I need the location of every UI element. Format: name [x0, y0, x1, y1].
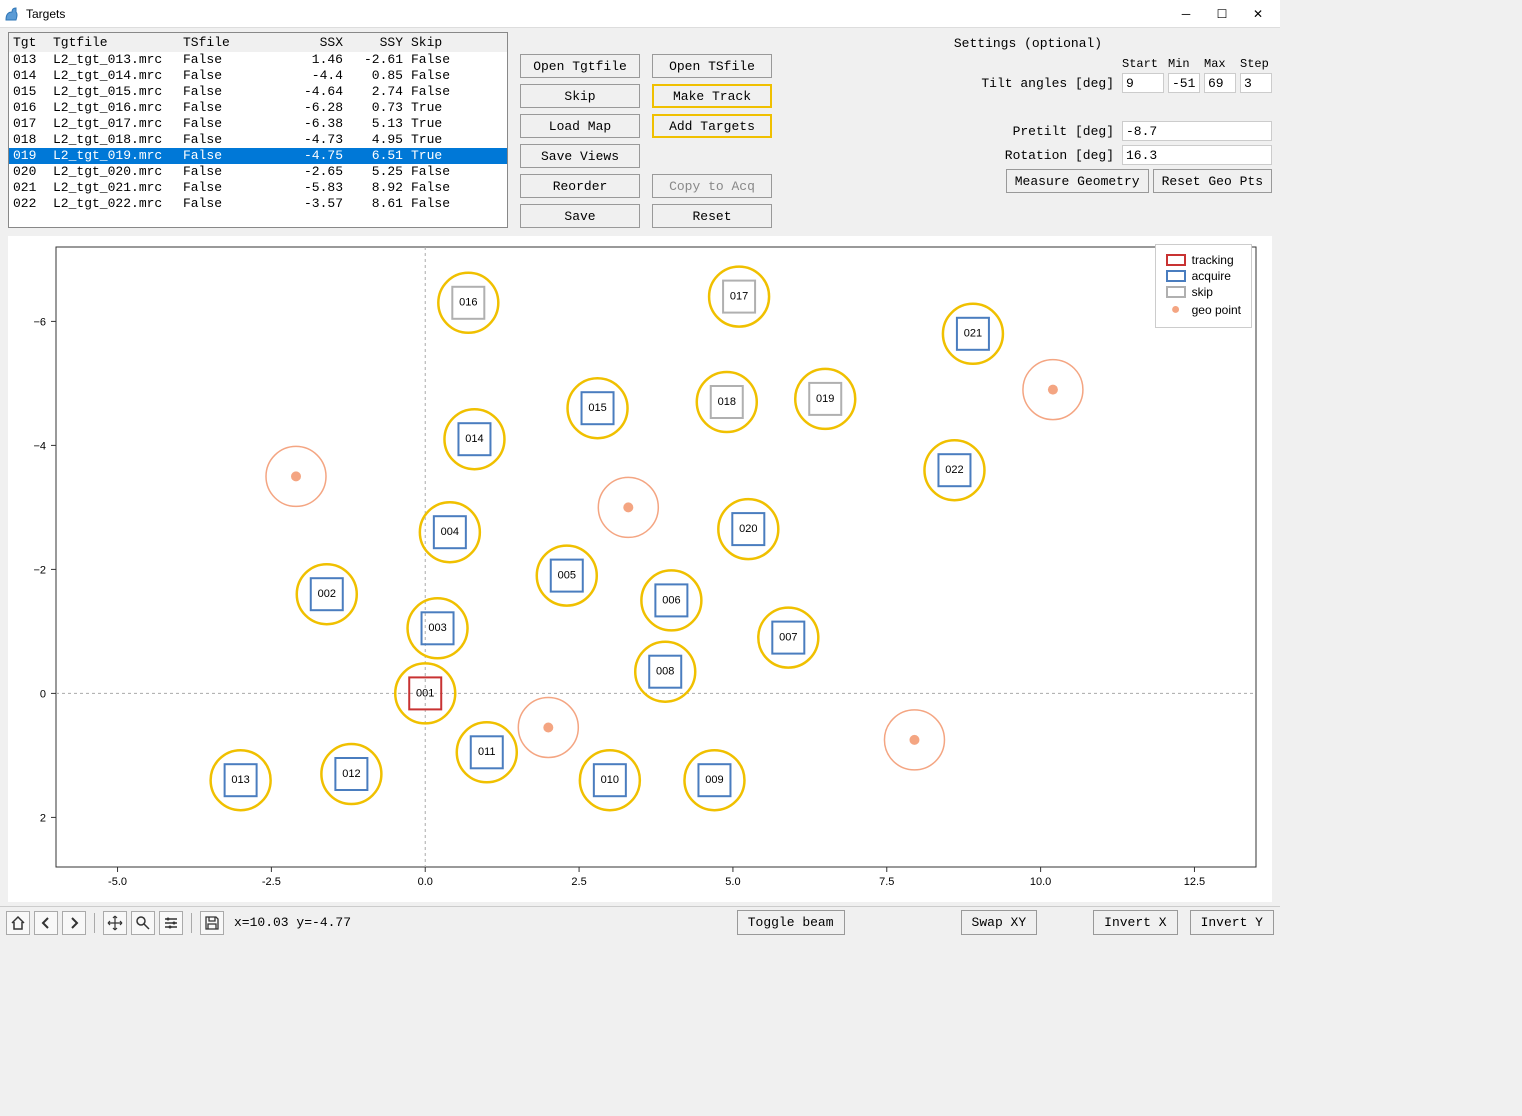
- settings-panel: Settings (optional) Start Min Max Step T…: [784, 32, 1272, 228]
- table-row[interactable]: 018L2_tgt_018.mrcFalse-4.734.95True: [9, 132, 507, 148]
- app-icon: [4, 6, 20, 22]
- maximize-button[interactable]: ☐: [1204, 2, 1240, 26]
- back-icon[interactable]: [34, 911, 58, 935]
- cursor-coordinates: x=10.03 y=-4.77: [234, 915, 351, 930]
- svg-text:006: 006: [662, 594, 680, 606]
- svg-text:014: 014: [465, 433, 483, 445]
- invert-y-button[interactable]: Invert Y: [1190, 910, 1274, 935]
- save-icon[interactable]: [200, 911, 224, 935]
- skip-button[interactable]: Skip: [520, 84, 640, 108]
- svg-text:10.0: 10.0: [1030, 876, 1051, 888]
- svg-text:002: 002: [318, 588, 336, 600]
- svg-text:020: 020: [739, 523, 757, 535]
- reset-button[interactable]: Reset: [652, 204, 772, 228]
- svg-text:019: 019: [816, 393, 834, 405]
- tilt-step-input[interactable]: [1240, 73, 1272, 93]
- toggle-beam-button[interactable]: Toggle beam: [737, 910, 845, 935]
- svg-text:004: 004: [441, 526, 459, 538]
- reset-geo-pts-button[interactable]: Reset Geo Pts: [1153, 169, 1272, 193]
- open-tsfile-button[interactable]: Open TSfile: [652, 54, 772, 78]
- svg-text:022: 022: [945, 464, 963, 476]
- svg-text:012: 012: [342, 768, 360, 780]
- svg-text:001: 001: [416, 687, 434, 699]
- svg-text:2: 2: [40, 812, 46, 824]
- table-row[interactable]: 013L2_tgt_013.mrcFalse1.46-2.61False: [9, 52, 507, 68]
- bottom-toolbar: x=10.03 y=-4.77 Toggle beam Swap XY Inve…: [0, 906, 1280, 938]
- table-row[interactable]: 021L2_tgt_021.mrcFalse-5.838.92False: [9, 180, 507, 196]
- svg-text:0: 0: [40, 688, 46, 700]
- plot-legend: tracking acquire skip ●geo point: [1155, 244, 1252, 328]
- swap-xy-button[interactable]: Swap XY: [961, 910, 1038, 935]
- save-views-button[interactable]: Save Views: [520, 144, 640, 168]
- table-row[interactable]: 020L2_tgt_020.mrcFalse-2.655.25False: [9, 164, 507, 180]
- svg-text:007: 007: [779, 632, 797, 644]
- load-map-button[interactable]: Load Map: [520, 114, 640, 138]
- table-row[interactable]: 022L2_tgt_022.mrcFalse-3.578.61False: [9, 196, 507, 212]
- table-row[interactable]: 019L2_tgt_019.mrcFalse-4.756.51True: [9, 148, 507, 164]
- table-row[interactable]: 016L2_tgt_016.mrcFalse-6.280.73True: [9, 100, 507, 116]
- table-header: Tgt Tgtfile TSfile SSX SSY Skip: [9, 33, 507, 52]
- table-row[interactable]: 014L2_tgt_014.mrcFalse-4.40.85False: [9, 68, 507, 84]
- svg-text:-5.0: -5.0: [108, 876, 127, 888]
- svg-text:5.0: 5.0: [725, 876, 740, 888]
- zoom-icon[interactable]: [131, 911, 155, 935]
- svg-text:009: 009: [705, 774, 723, 786]
- minimize-button[interactable]: ─: [1168, 2, 1204, 26]
- reorder-button[interactable]: Reorder: [520, 174, 640, 198]
- home-icon[interactable]: [6, 911, 30, 935]
- svg-text:12.5: 12.5: [1184, 876, 1205, 888]
- rotation-input[interactable]: [1122, 145, 1272, 165]
- svg-text:-2.5: -2.5: [262, 876, 281, 888]
- table-row[interactable]: 015L2_tgt_015.mrcFalse-4.642.74False: [9, 84, 507, 100]
- svg-text:7.5: 7.5: [879, 876, 894, 888]
- svg-text:008: 008: [656, 666, 674, 678]
- pretilt-input[interactable]: [1122, 121, 1272, 141]
- pan-icon[interactable]: [103, 911, 127, 935]
- tilt-angles-label: Tilt angles [deg]: [981, 76, 1114, 91]
- targets-table[interactable]: Tgt Tgtfile TSfile SSX SSY Skip 013L2_tg…: [8, 32, 508, 228]
- make-track-button[interactable]: Make Track: [652, 84, 772, 108]
- configure-icon[interactable]: [159, 911, 183, 935]
- svg-text:015: 015: [588, 402, 606, 414]
- tilt-start-input[interactable]: [1122, 73, 1164, 93]
- forward-icon[interactable]: [62, 911, 86, 935]
- table-row[interactable]: 017L2_tgt_017.mrcFalse-6.385.13True: [9, 116, 507, 132]
- tilt-max-input[interactable]: [1204, 73, 1236, 93]
- pretilt-label: Pretilt [deg]: [1013, 124, 1114, 139]
- svg-text:021: 021: [964, 328, 982, 340]
- copy-to-acq-button[interactable]: Copy to Acq: [652, 174, 772, 198]
- add-targets-button[interactable]: Add Targets: [652, 114, 772, 138]
- svg-text:−2: −2: [33, 564, 46, 576]
- svg-text:010: 010: [601, 774, 619, 786]
- svg-text:013: 013: [231, 774, 249, 786]
- svg-text:005: 005: [558, 570, 576, 582]
- open-tgtfile-button[interactable]: Open Tgtfile: [520, 54, 640, 78]
- svg-text:018: 018: [718, 396, 736, 408]
- svg-text:017: 017: [730, 291, 748, 303]
- save-button[interactable]: Save: [520, 204, 640, 228]
- close-button[interactable]: ✕: [1240, 2, 1276, 26]
- measure-geometry-button[interactable]: Measure Geometry: [1006, 169, 1149, 193]
- svg-text:−6: −6: [33, 316, 46, 328]
- titlebar: Targets ─ ☐ ✕: [0, 0, 1280, 28]
- action-buttons: Open Tgtfile Open TSfile Skip Make Track…: [520, 32, 772, 228]
- svg-text:016: 016: [459, 297, 477, 309]
- svg-text:003: 003: [428, 622, 446, 634]
- invert-x-button[interactable]: Invert X: [1093, 910, 1177, 935]
- plot-area[interactable]: -5.0-2.50.02.55.07.510.012.5−6−4−2020010…: [8, 236, 1272, 902]
- svg-text:011: 011: [478, 746, 496, 758]
- svg-text:−4: −4: [33, 440, 46, 452]
- settings-title: Settings (optional): [784, 36, 1272, 51]
- tilt-min-input[interactable]: [1168, 73, 1200, 93]
- svg-text:0.0: 0.0: [418, 876, 433, 888]
- svg-text:2.5: 2.5: [571, 876, 586, 888]
- rotation-label: Rotation [deg]: [1005, 148, 1114, 163]
- window-title: Targets: [26, 7, 1168, 21]
